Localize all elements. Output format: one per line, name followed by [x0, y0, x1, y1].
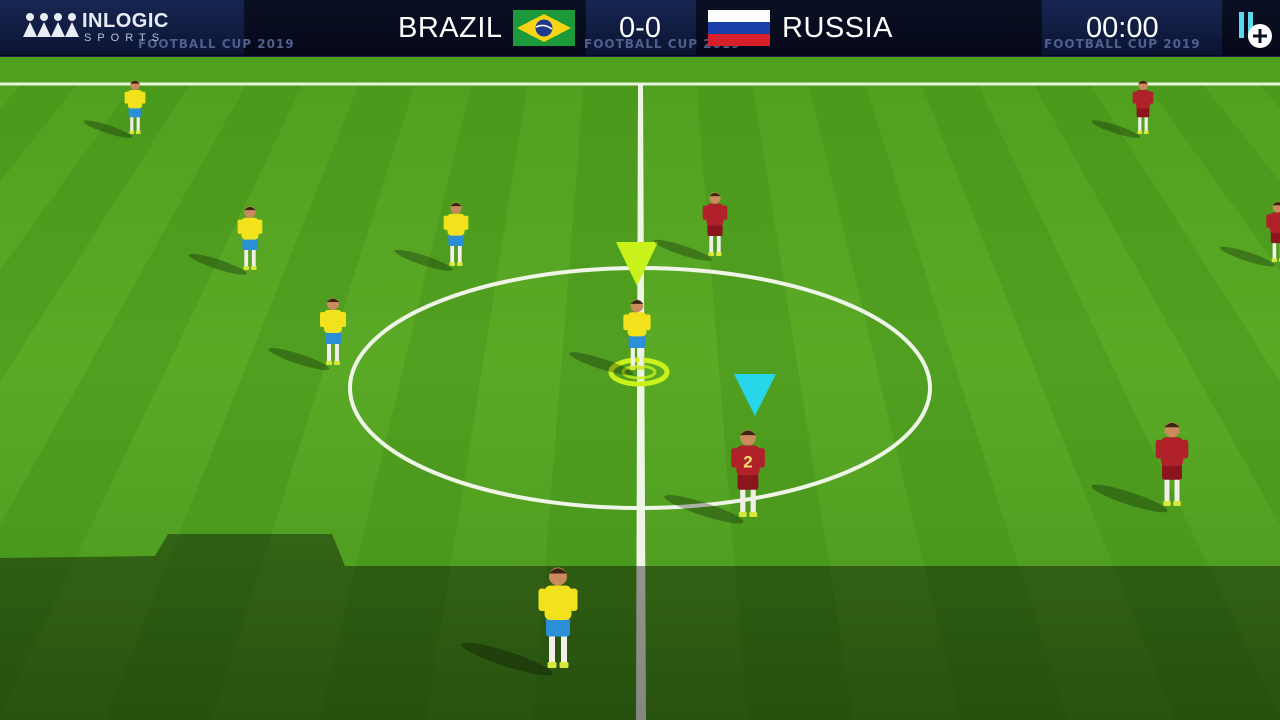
home-team-name: BRAZIL: [398, 12, 503, 44]
jersey-number: 2: [743, 453, 752, 472]
pause-button[interactable]: [1238, 10, 1278, 52]
brand-sub: SPORTS: [84, 32, 166, 44]
football-pitch[interactable]: 2: [0, 0, 1280, 720]
match-clock: 00:00: [1086, 12, 1159, 44]
match-score: 0-0: [619, 12, 661, 44]
away-team-name: RUSSIA: [782, 12, 893, 44]
brazil-flag-icon: [513, 10, 575, 46]
pause-plus-icon: [1239, 12, 1272, 48]
brand-name: INLOGIC: [82, 10, 169, 32]
people-logo-icon: [23, 13, 79, 37]
russia-flag-icon: [708, 10, 770, 46]
inlogic-logo: INLOGIC SPORTS: [22, 10, 168, 44]
match-hud: FOOTBALL CUP 2019 FOOTBALL CUP 2019 FOOT…: [0, 0, 1280, 57]
